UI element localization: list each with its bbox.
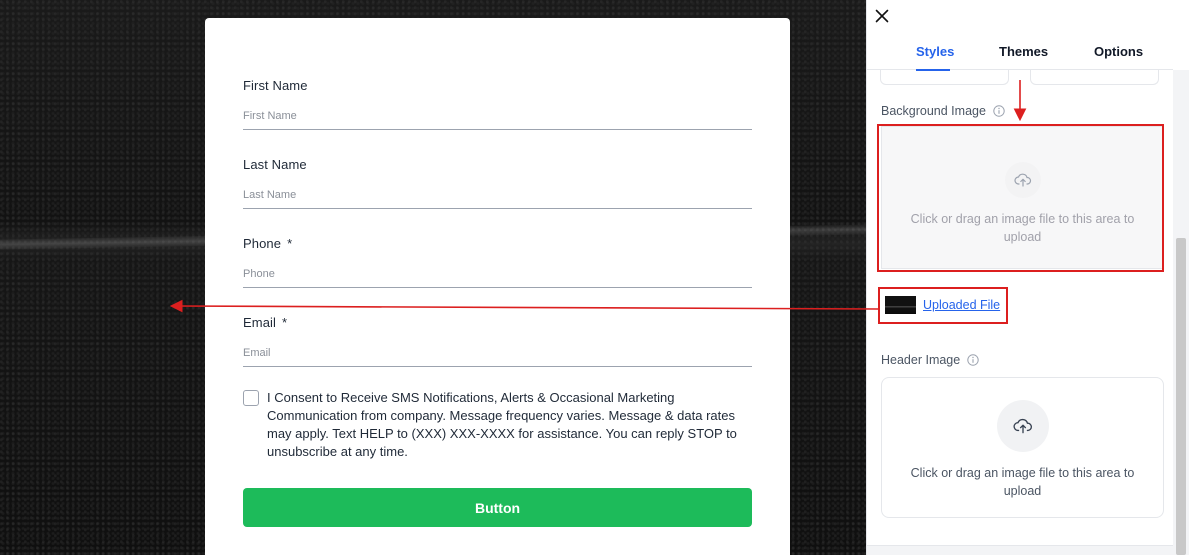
email-field: Email *	[243, 315, 752, 367]
panel-footer	[867, 545, 1173, 555]
required-marker: *	[282, 315, 288, 330]
last-name-input[interactable]	[243, 189, 752, 209]
header-image-dropzone[interactable]: Click or drag an image file to this area…	[881, 377, 1164, 518]
last-name-field: Last Name	[243, 157, 752, 209]
panel-tabs: Styles Themes Options	[867, 36, 1173, 71]
phone-label: Phone	[243, 236, 282, 251]
first-name-label: First Name	[243, 78, 308, 93]
annotation-box-dropzone	[877, 124, 1164, 272]
tab-options[interactable]: Options	[1094, 44, 1143, 59]
header-dropzone-text: Click or drag an image file to this area…	[910, 466, 1135, 498]
background-image-label: Background Image	[881, 104, 1005, 118]
tab-themes[interactable]: Themes	[999, 44, 1048, 59]
first-name-input[interactable]	[243, 110, 752, 130]
style-settings-panel: Styles Themes Options Background Image C…	[866, 0, 1189, 555]
required-marker: *	[287, 236, 293, 251]
info-icon[interactable]	[993, 105, 1005, 117]
header-image-label: Header Image	[881, 353, 979, 367]
consent-text: I Consent to Receive SMS Notifications, …	[267, 390, 737, 459]
first-name-field: First Name	[243, 78, 752, 130]
panel-scrollbar-thumb[interactable]	[1176, 238, 1186, 555]
tab-styles[interactable]: Styles	[916, 44, 954, 59]
annotation-box-uploaded-file	[878, 287, 1008, 324]
sms-consent: I Consent to Receive SMS Notifications, …	[243, 389, 755, 461]
consent-checkbox[interactable]	[243, 390, 259, 406]
last-name-label: Last Name	[243, 157, 307, 172]
email-label: Email	[243, 315, 277, 330]
phone-label-row: Phone *	[243, 236, 752, 251]
phone-field: Phone *	[243, 236, 752, 288]
background-image-label-text: Background Image	[881, 104, 986, 118]
form-preview-card: First Name Last Name Phone * Email * I Con…	[205, 18, 790, 555]
info-icon[interactable]	[967, 354, 979, 366]
submit-button[interactable]: Button	[243, 488, 752, 527]
close-icon[interactable]	[875, 9, 889, 23]
phone-input[interactable]	[243, 268, 752, 288]
upload-cloud-icon	[996, 400, 1049, 452]
header-image-label-text: Header Image	[881, 353, 961, 367]
previous-control-right[interactable]	[1030, 70, 1159, 85]
email-label-row: Email *	[243, 315, 752, 330]
previous-control-left[interactable]	[880, 70, 1009, 85]
email-input[interactable]	[243, 347, 752, 367]
